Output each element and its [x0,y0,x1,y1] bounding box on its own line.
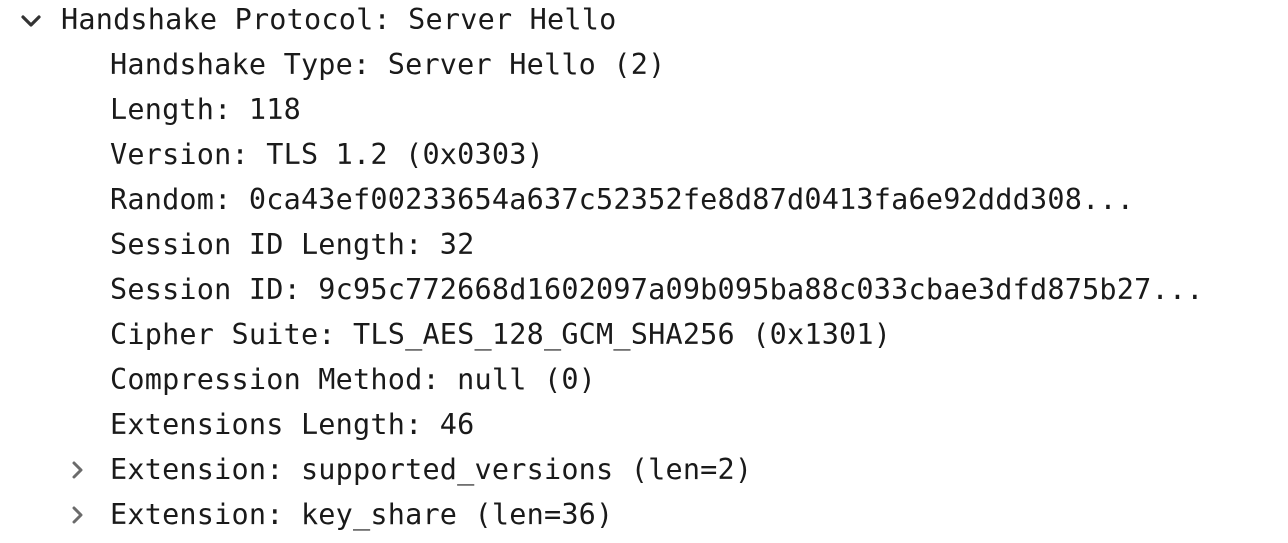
chevron-down-icon[interactable] [16,0,46,42]
field-label: Session ID: 9c95c772668d1602097a09b095ba… [110,273,1204,306]
field-session-id-length[interactable]: Session ID Length: 32 [0,222,1288,267]
field-label: Handshake Type: Server Hello (2) [110,48,666,81]
field-label: Cipher Suite: TLS_AES_128_GCM_SHA256 (0x… [110,318,892,351]
field-label: Random: 0ca43ef00233654a637c52352fe8d87d… [110,183,1135,216]
field-extensions-length[interactable]: Extensions Length: 46 [0,402,1288,447]
field-version[interactable]: Version: TLS 1.2 (0x0303) [0,132,1288,177]
chevron-right-icon[interactable] [62,447,92,492]
tree-node-handshake-protocol[interactable]: Handshake Protocol: Server Hello [0,0,1288,42]
field-label: Session ID Length: 32 [110,228,475,261]
tree-node-extension-supported-versions[interactable]: Extension: supported_versions (len=2) [0,447,1288,492]
field-random[interactable]: Random: 0ca43ef00233654a637c52352fe8d87d… [0,177,1288,222]
field-label: Length: 118 [110,93,301,126]
field-length[interactable]: Length: 118 [0,87,1288,132]
field-handshake-type[interactable]: Handshake Type: Server Hello (2) [0,42,1288,87]
tree-node-label: Extension: supported_versions (len=2) [110,453,753,486]
field-session-id[interactable]: Session ID: 9c95c772668d1602097a09b095ba… [0,267,1288,312]
field-label: Extensions Length: 46 [110,408,475,441]
tree-node-extension-key-share[interactable]: Extension: key_share (len=36) [0,492,1288,537]
field-label: Version: TLS 1.2 (0x0303) [110,138,544,171]
tree-node-label: Extension: key_share (len=36) [110,498,614,531]
field-cipher-suite[interactable]: Cipher Suite: TLS_AES_128_GCM_SHA256 (0x… [0,312,1288,357]
chevron-right-icon[interactable] [62,492,92,537]
field-compression-method[interactable]: Compression Method: null (0) [0,357,1288,402]
tree-node-label: Handshake Protocol: Server Hello [61,3,617,36]
field-label: Compression Method: null (0) [110,363,597,396]
packet-details-tree: Handshake Protocol: Server Hello Handsha… [0,0,1288,537]
